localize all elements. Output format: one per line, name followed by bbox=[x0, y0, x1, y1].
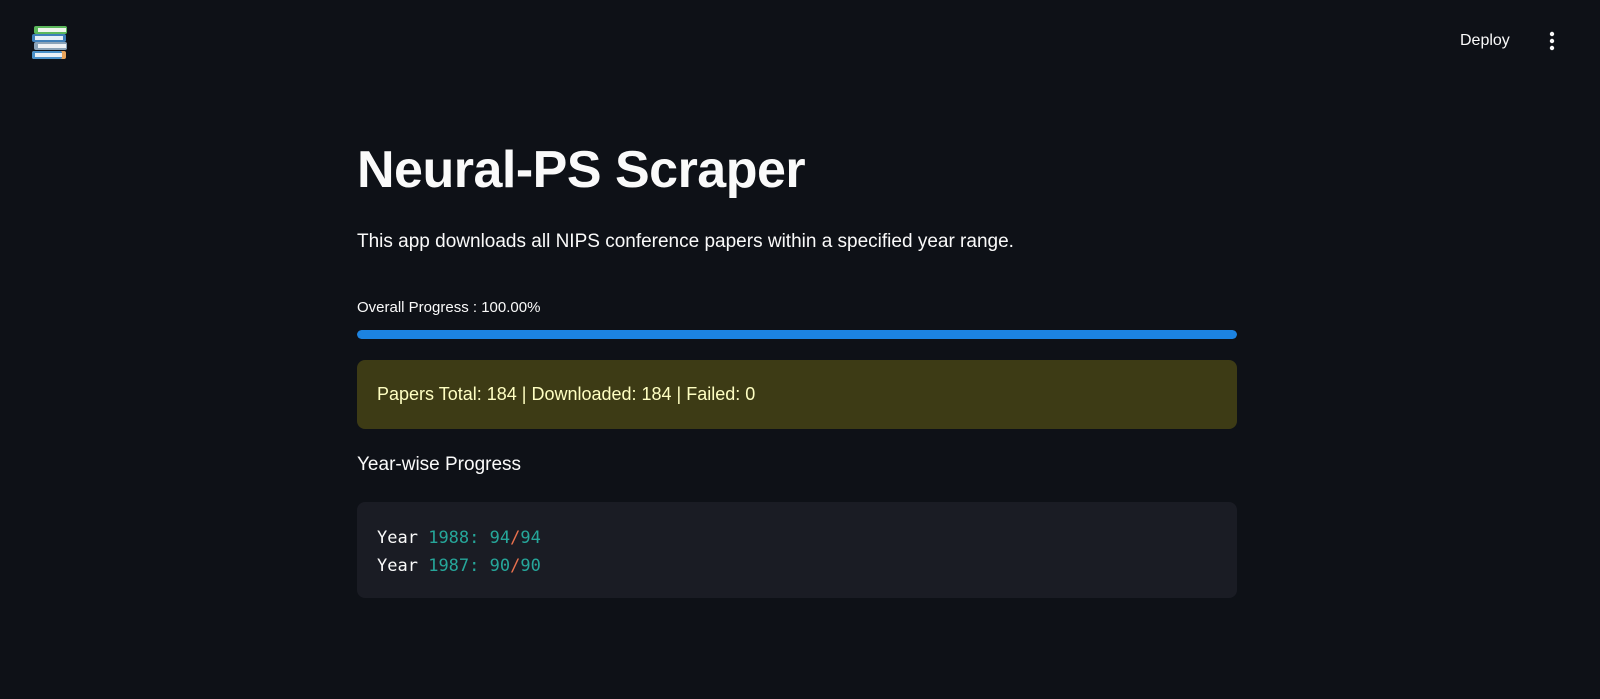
page-title: Neural-PS Scraper bbox=[357, 141, 806, 199]
overall-progress-fill bbox=[357, 330, 1237, 339]
total-count: 90 bbox=[520, 556, 541, 576]
downloaded-count: 94 bbox=[489, 528, 511, 548]
year-keyword: Year bbox=[377, 556, 418, 576]
year-progress-line: Year 1988: 94/94 bbox=[377, 524, 1217, 552]
downloaded-count: 90 bbox=[489, 556, 511, 576]
papers-stats-alert: Papers Total: 184 | Downloaded: 184 | Fa… bbox=[357, 360, 1237, 429]
year-progress-code-block: Year 1988: 94/94 Year 1987: 90/90 bbox=[357, 502, 1237, 598]
count-slash: / bbox=[510, 556, 521, 576]
year-progress-line: Year 1987: 90/90 bbox=[377, 552, 1217, 580]
year-separator: : bbox=[469, 556, 480, 576]
vertical-dots-icon bbox=[1549, 31, 1555, 51]
main-menu-button[interactable] bbox=[1538, 26, 1566, 56]
count-slash: / bbox=[510, 528, 521, 548]
app-header: Deploy bbox=[0, 0, 1600, 80]
overall-progress-label: Overall Progress : 100.00% bbox=[357, 299, 541, 316]
papers-stats-text: Papers Total: 184 | Downloaded: 184 | Fa… bbox=[377, 384, 756, 404]
deploy-button[interactable]: Deploy bbox=[1450, 26, 1520, 56]
app-description: This app downloads all NIPS conference p… bbox=[357, 231, 1014, 252]
year-value: 1988 bbox=[428, 528, 470, 548]
year-keyword: Year bbox=[377, 528, 418, 548]
overall-progress-bar bbox=[357, 330, 1237, 339]
year-value: 1987 bbox=[428, 556, 470, 576]
total-count: 94 bbox=[520, 528, 541, 548]
year-wise-progress-heading: Year-wise Progress bbox=[357, 454, 522, 475]
books-icon bbox=[30, 24, 70, 64]
app-page: Deploy Neural-PS Scraper This app downlo… bbox=[0, 0, 1600, 699]
year-separator: : bbox=[469, 528, 480, 548]
